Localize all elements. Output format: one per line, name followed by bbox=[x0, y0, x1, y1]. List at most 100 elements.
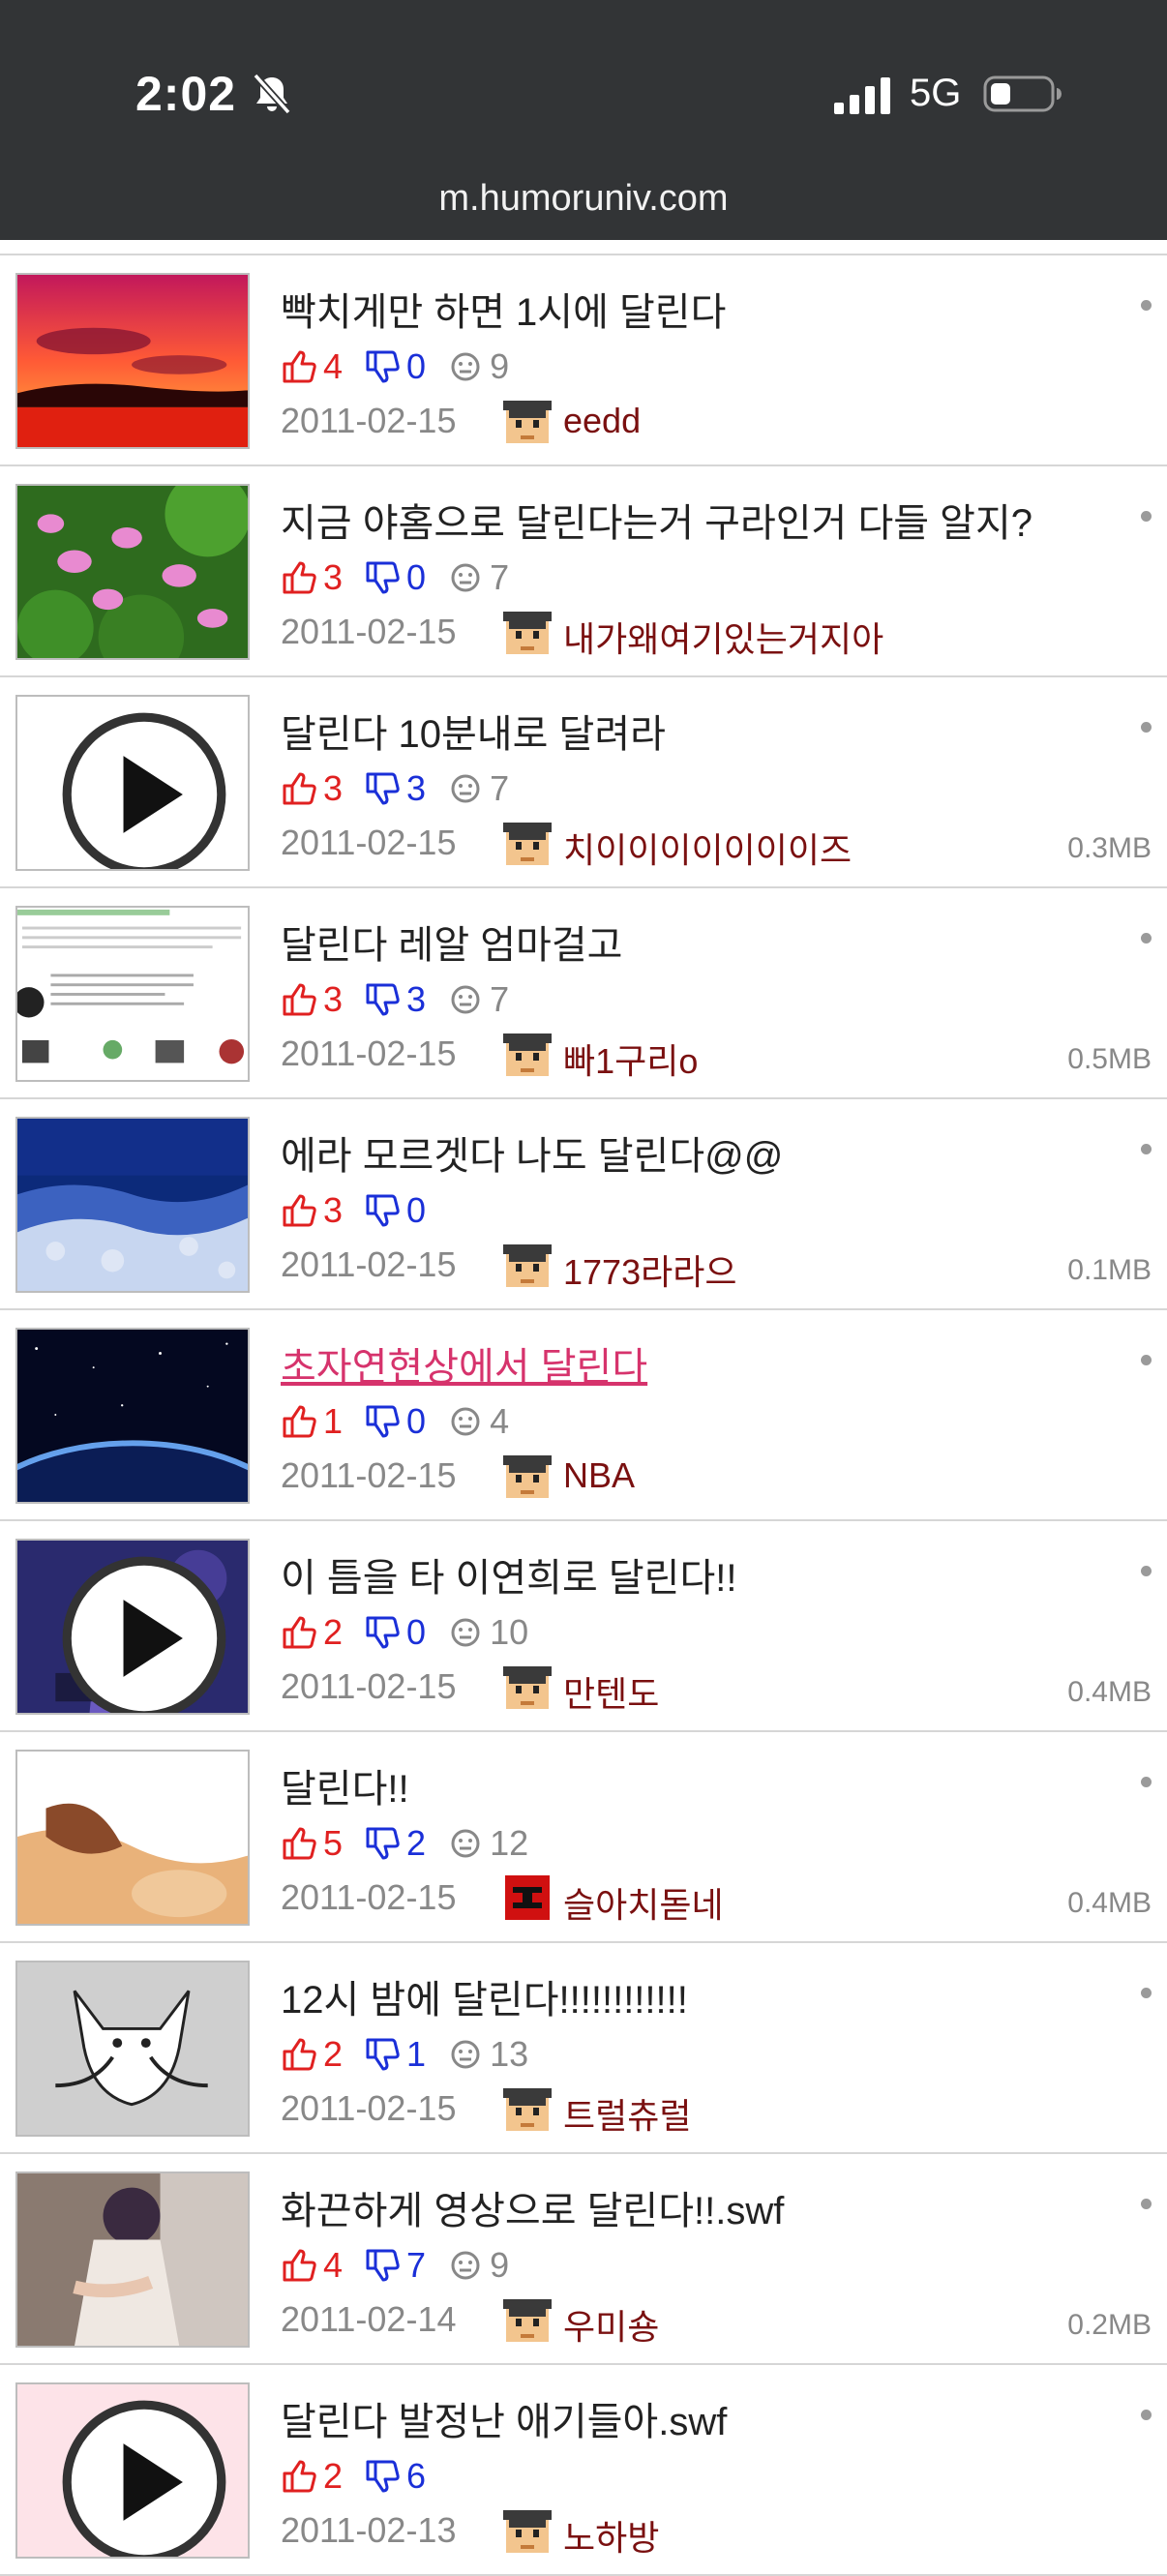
post-thumbnail[interactable] bbox=[15, 695, 250, 871]
post-row[interactable]: 지금 야홈으로 달린다는거 구라인거 다들 알지? 3 0 7 2011-02-15 내가… bbox=[0, 466, 1167, 677]
downvote[interactable]: 1 bbox=[364, 2034, 426, 2075]
upvote[interactable]: 4 bbox=[281, 346, 343, 387]
post-author[interactable]: 슬아치돋네 bbox=[563, 1877, 724, 1928]
downvote[interactable]: 0 bbox=[364, 1190, 426, 1231]
thumbs-down-icon bbox=[366, 1827, 400, 1860]
post-row[interactable]: 12시 밤에 달린다!!!!!!!!!!!! 2 1 13 2011-02-15 트럴츄럴 bbox=[0, 1943, 1167, 2154]
downvote[interactable]: 6 bbox=[364, 2456, 426, 2497]
post-row[interactable]: 달린다!! 5 2 12 2011-02-15 슬아치돋네 0.4MB bbox=[0, 1732, 1167, 1943]
more-dot-icon[interactable] bbox=[1141, 300, 1152, 311]
upvote[interactable]: 4 bbox=[281, 2245, 343, 2286]
post-author[interactable]: 우미숑 bbox=[563, 2299, 659, 2350]
downvote[interactable]: 0 bbox=[364, 1401, 426, 1442]
thumbs-down-icon bbox=[366, 2249, 400, 2282]
upvote[interactable]: 5 bbox=[281, 1823, 343, 1864]
post-row[interactable]: 달린다 10분내로 달려라 3 3 7 2011-02-15 치이이이이이이이즈 0.3MB bbox=[0, 677, 1167, 888]
post-thumbnail[interactable] bbox=[15, 1539, 250, 1715]
upvote[interactable]: 2 bbox=[281, 1612, 343, 1653]
comments: 9 bbox=[447, 346, 509, 387]
downvote[interactable]: 0 bbox=[364, 346, 426, 387]
more-dot-icon[interactable] bbox=[1141, 511, 1152, 522]
upvote[interactable]: 3 bbox=[281, 979, 343, 1020]
more-dot-icon[interactable] bbox=[1141, 722, 1152, 733]
thumbs-down-icon bbox=[366, 2038, 400, 2071]
comments: 7 bbox=[447, 979, 509, 1020]
post-date: 2011-02-15 bbox=[281, 1877, 457, 1917]
downvote-count: 3 bbox=[406, 979, 427, 1019]
thumbs-down-icon bbox=[366, 1194, 400, 1227]
upvote[interactable]: 2 bbox=[281, 2034, 343, 2075]
downvote[interactable]: 2 bbox=[364, 1823, 426, 1864]
network-type: 5G bbox=[910, 72, 962, 114]
post-thumbnail[interactable] bbox=[15, 273, 250, 449]
post-row[interactable]: 달린다 발정난 애기들아.swf 2 6 2011-02-13 노하방 bbox=[0, 2365, 1167, 2576]
post-row[interactable]: 화끈하게 영상으로 달린다!!.swf 4 7 9 2011-02-14 우미숑 0.2MB bbox=[0, 2154, 1167, 2365]
post-author[interactable]: 1773라라으 bbox=[563, 1244, 736, 1295]
post-author[interactable]: NBA bbox=[563, 1455, 635, 1496]
more-dot-icon[interactable] bbox=[1141, 1355, 1152, 1365]
comment-face-icon bbox=[451, 1829, 480, 1858]
post-title[interactable]: 달린다 발정난 애기들아.swf bbox=[281, 2390, 727, 2446]
more-dot-icon[interactable] bbox=[1141, 2199, 1152, 2209]
thumbs-down-icon bbox=[366, 2460, 400, 2493]
post-title[interactable]: 초자연현상에서 달린다 bbox=[281, 1335, 647, 1392]
downvote-count: 3 bbox=[406, 768, 427, 808]
post-title[interactable]: 달린다 10분내로 달려라 bbox=[281, 703, 666, 759]
thumbs-up-icon bbox=[283, 1405, 316, 1438]
downvote[interactable]: 3 bbox=[364, 979, 426, 1020]
file-size: 0.5MB bbox=[1067, 1043, 1152, 1075]
post-author[interactable]: 내가왜여기있는거지아 bbox=[563, 612, 883, 662]
post-thumbnail[interactable] bbox=[15, 906, 250, 1082]
post-thumbnail[interactable] bbox=[15, 1117, 250, 1293]
post-title[interactable]: 달린다!! bbox=[281, 1757, 409, 1813]
post-title[interactable]: 지금 야홈으로 달린다는거 구라인거 다들 알지? bbox=[281, 492, 1032, 548]
post-thumbnail[interactable] bbox=[15, 2172, 250, 2348]
more-dot-icon[interactable] bbox=[1141, 1777, 1152, 1787]
more-dot-icon[interactable] bbox=[1141, 1988, 1152, 1998]
more-dot-icon[interactable] bbox=[1141, 2410, 1152, 2420]
post-row[interactable]: 초자연현상에서 달린다 1 0 4 2011-02-15 NBA bbox=[0, 1310, 1167, 1521]
post-row[interactable]: 달린다 레알 엄마걸고 3 3 7 2011-02-15 빠1구리o 0.5MB bbox=[0, 888, 1167, 1099]
post-thumbnail[interactable] bbox=[15, 484, 250, 660]
upvote[interactable]: 1 bbox=[281, 1401, 343, 1442]
downvote[interactable]: 7 bbox=[364, 2245, 426, 2286]
post-thumbnail[interactable] bbox=[15, 1961, 250, 2137]
post-title[interactable]: 12시 밤에 달린다!!!!!!!!!!!! bbox=[281, 1968, 688, 2024]
post-row[interactable]: 이 틈을 타 이연희로 달린다!! 2 0 10 2011-02-15 만텐도 0.4MB bbox=[0, 1521, 1167, 1732]
comment-count: 12 bbox=[490, 1823, 529, 1863]
comment-count: 10 bbox=[490, 1612, 529, 1652]
post-author[interactable]: eedd bbox=[563, 401, 641, 441]
address-bar[interactable]: m.humoruniv.com bbox=[0, 178, 1167, 220]
post-title[interactable]: 빡치게만 하면 1시에 달린다 bbox=[281, 281, 726, 337]
upvote[interactable]: 3 bbox=[281, 1190, 343, 1231]
post-author[interactable]: 빠1구리o bbox=[563, 1033, 698, 1084]
post-title[interactable]: 화끈하게 영상으로 달린다!!.swf bbox=[281, 2179, 784, 2235]
downvote[interactable]: 0 bbox=[364, 557, 426, 598]
post-thumbnail[interactable] bbox=[15, 1328, 250, 1504]
post-author[interactable]: 노하방 bbox=[563, 2510, 659, 2561]
upvote[interactable]: 2 bbox=[281, 2456, 343, 2497]
comment-face-icon bbox=[451, 1407, 480, 1436]
downvote[interactable]: 0 bbox=[364, 1612, 426, 1653]
post-author[interactable]: 트럴츄럴 bbox=[563, 2088, 691, 2139]
post-row[interactable]: 에라 모르겟다 나도 달린다@@ 3 0 2011-02-15 1773라라으 0.1MB bbox=[0, 1099, 1167, 1310]
more-dot-icon[interactable] bbox=[1141, 1566, 1152, 1576]
more-dot-icon[interactable] bbox=[1141, 1144, 1152, 1154]
author-avatar-icon bbox=[503, 2299, 552, 2342]
post-date: 2011-02-15 bbox=[281, 2088, 457, 2128]
upvote[interactable]: 3 bbox=[281, 557, 343, 598]
post-title[interactable]: 달린다 레알 엄마걸고 bbox=[281, 914, 622, 970]
post-thumbnail[interactable] bbox=[15, 1750, 250, 1926]
post-author[interactable]: 만텐도 bbox=[563, 1666, 659, 1717]
upvote-count: 1 bbox=[323, 1401, 344, 1441]
post-title[interactable]: 에라 모르겟다 나도 달린다@@ bbox=[281, 1124, 783, 1181]
post-thumbnail[interactable] bbox=[15, 2382, 250, 2559]
author-avatar-icon bbox=[503, 1455, 552, 1498]
downvote[interactable]: 3 bbox=[364, 768, 426, 809]
post-author[interactable]: 치이이이이이이이즈 bbox=[563, 823, 852, 873]
more-dot-icon[interactable] bbox=[1141, 933, 1152, 944]
upvote[interactable]: 3 bbox=[281, 768, 343, 809]
thumbs-down-icon bbox=[366, 772, 400, 805]
post-row[interactable]: 빡치게만 하면 1시에 달린다 4 0 9 2011-02-15 eedd bbox=[0, 255, 1167, 466]
post-title[interactable]: 이 틈을 타 이연희로 달린다!! bbox=[281, 1546, 736, 1603]
